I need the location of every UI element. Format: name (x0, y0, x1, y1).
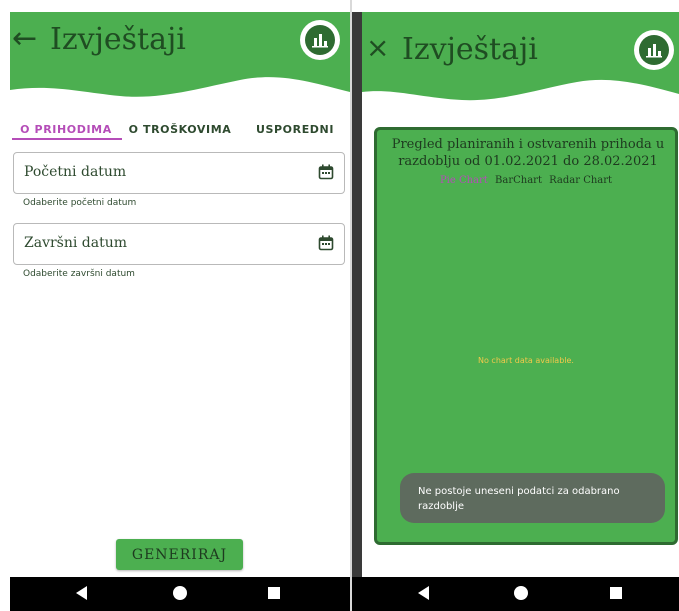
dialog-title: Pregled planiranih i ostvarenih prihoda … (391, 137, 665, 169)
tab-pie-chart[interactable]: Pie Chart (440, 175, 488, 186)
android-nav-bar (10, 577, 350, 611)
end-date-helper: Odaberite završni datum (23, 269, 135, 279)
right-screen: × Izvještaji Pregled planiranih i ostvar… (352, 12, 679, 611)
start-date-helper: Odaberite početni datum (23, 198, 137, 208)
end-date-field[interactable]: Završni datum (13, 223, 345, 265)
empty-chart-message: No chart data available. (478, 356, 574, 365)
toast-message: Ne postoje uneseni podatci za odabrano r… (400, 473, 665, 523)
tab-bar-chart[interactable]: BarChart (495, 175, 542, 186)
back-triangle-icon[interactable] (416, 585, 430, 601)
generate-button[interactable]: GENERIRAJ (116, 539, 243, 570)
close-icon[interactable]: × (366, 34, 389, 62)
start-date-label: Početni datum (24, 164, 127, 180)
calendar-icon[interactable] (318, 235, 334, 251)
tab-radar-chart[interactable]: Radar Chart (549, 175, 612, 186)
calendar-icon[interactable] (318, 164, 334, 180)
dimmed-background-page: × Izvještaji Pregled planiranih i ostvar… (362, 12, 679, 577)
active-tab-indicator (12, 138, 122, 140)
left-screen: ← Izvještaji O PRIHODIMA O TROŠKOVIMA US… (10, 12, 350, 611)
report-button[interactable] (300, 20, 340, 60)
android-nav-bar (352, 577, 679, 611)
app-bar: × Izvještaji (362, 12, 679, 112)
bar-chart-icon (312, 34, 328, 48)
page-title: Izvještaji (50, 22, 186, 57)
home-circle-icon[interactable] (513, 585, 529, 601)
back-triangle-icon[interactable] (74, 585, 88, 601)
chart-type-tabs: Pie Chart BarChart Radar Chart (377, 175, 675, 186)
recents-square-icon[interactable] (609, 585, 623, 601)
tab-troskovi[interactable]: O TROŠKOVIMA (128, 114, 232, 154)
start-date-field[interactable]: Početni datum (13, 152, 345, 194)
report-tabs: O PRIHODIMA O TROŠKOVIMA USPOREDNI (10, 114, 350, 154)
tab-usporedni[interactable]: USPOREDNI (250, 114, 340, 154)
home-circle-icon[interactable] (172, 585, 188, 601)
tab-prihodi[interactable]: O PRIHODIMA (10, 114, 122, 154)
bar-chart-icon (646, 44, 662, 58)
recents-square-icon[interactable] (267, 585, 281, 601)
app-bar: ← Izvještaji (10, 12, 350, 112)
report-button[interactable] (634, 30, 674, 70)
end-date-label: Završni datum (24, 235, 128, 251)
back-arrow-icon[interactable]: ← (12, 24, 37, 54)
page-title: Izvještaji (402, 32, 538, 67)
